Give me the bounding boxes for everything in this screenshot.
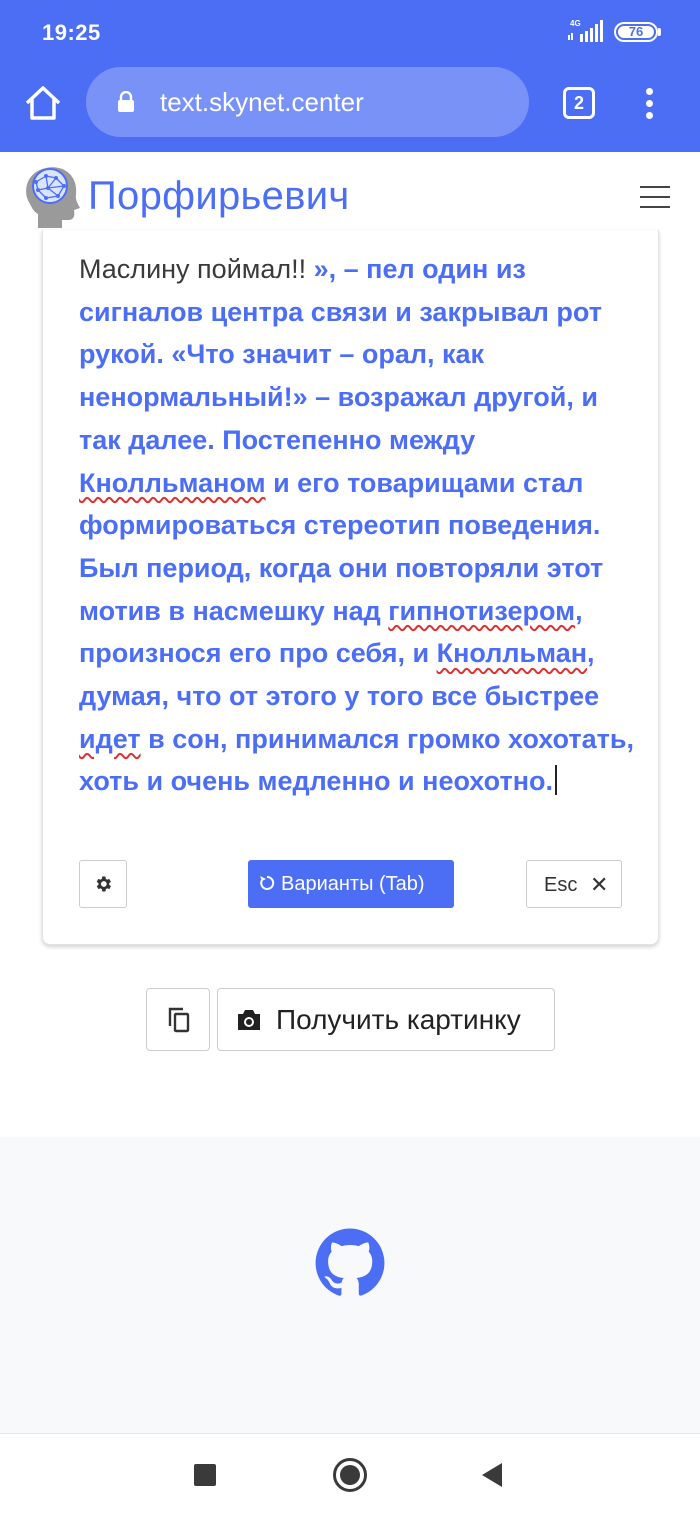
site-brand[interactable]: Порфирьевич: [88, 174, 350, 219]
esc-button[interactable]: Esc ✕: [526, 860, 622, 908]
page-footer: [0, 1137, 700, 1433]
variants-label: Варианты (Tab): [281, 873, 425, 895]
esc-label: Esc: [544, 874, 578, 896]
settings-button[interactable]: [79, 860, 127, 908]
browser-toolbar: text.skynet.center 2: [0, 60, 700, 152]
recents-icon[interactable]: [194, 1464, 216, 1486]
close-icon: ✕: [590, 872, 609, 897]
logo-icon[interactable]: [20, 164, 82, 230]
home-icon[interactable]: [22, 82, 64, 124]
generated-misspelled-word: Кнолльман: [436, 638, 588, 669]
editor-card: Маслину поймал!! », – пел один из сигнал…: [42, 230, 659, 945]
battery-level: 76: [628, 24, 644, 39]
copy-button[interactable]: [146, 988, 210, 1051]
get-picture-label: Получить картинку: [276, 1004, 521, 1035]
home-nav-icon[interactable]: [333, 1458, 367, 1492]
editor-text[interactable]: Маслину поймал!! », – пел один из сигнал…: [79, 248, 639, 803]
camera-icon: [238, 1010, 260, 1030]
status-bar: 19:25 4G 76: [0, 0, 700, 60]
gear-icon: [96, 876, 111, 892]
back-icon[interactable]: [482, 1463, 502, 1487]
user-text-segment: Маслину поймал!!: [79, 254, 314, 284]
tabs-icon[interactable]: 2: [563, 87, 595, 119]
address-bar[interactable]: text.skynet.center: [86, 67, 529, 137]
network-type: 4G: [570, 19, 581, 28]
generated-misspelled-word: идет: [79, 723, 141, 754]
status-time: 19:25: [42, 20, 101, 45]
refresh-icon: [260, 875, 275, 890]
github-icon[interactable]: [314, 1227, 386, 1299]
generated-misspelled-word: Кнолльманом: [79, 467, 266, 498]
system-nav-bar: [0, 1433, 700, 1516]
generated-misspelled-word: гипнотизером: [388, 595, 576, 626]
hamburger-icon[interactable]: [640, 186, 670, 210]
url-text: text.skynet.center: [160, 87, 364, 117]
get-picture-button[interactable]: Получить картинку: [217, 988, 555, 1051]
signal-icon: 4G: [568, 19, 603, 42]
variants-button[interactable]: Варианты (Tab): [248, 860, 454, 908]
text-caret: [555, 765, 557, 796]
generated-text-segment: », – пел один из сигналов центра связи и…: [79, 254, 602, 455]
generated-text-segment: в сон, принимался громко хохотать, хоть …: [79, 723, 634, 797]
copy-icon: [168, 1007, 190, 1033]
lock-icon: [118, 91, 134, 112]
menu-dots-icon[interactable]: [640, 84, 660, 124]
battery-icon: 76: [614, 22, 658, 42]
